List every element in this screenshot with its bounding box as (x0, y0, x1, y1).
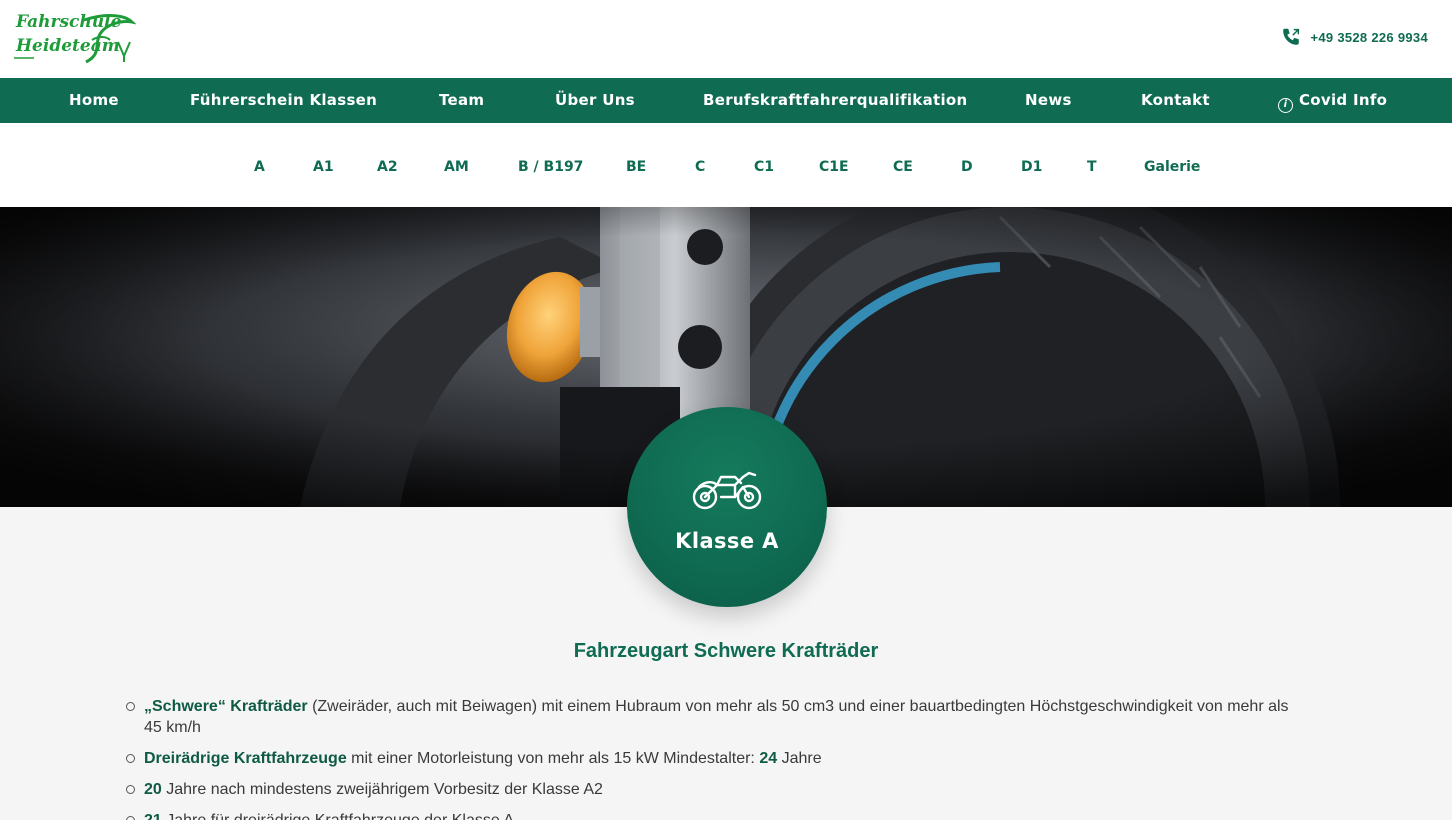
subnav-c1[interactable]: C1 (754, 123, 774, 207)
list-item-strong: Dreirädrige Kraftfahrzeuge (144, 750, 347, 767)
class-title: Klasse A (675, 529, 779, 553)
info-icon: i (1278, 98, 1293, 113)
motorcycle-icon (692, 471, 762, 510)
phone-icon (1283, 28, 1300, 45)
list-item-strong: 20 (144, 781, 162, 798)
list-item: 20 Jahre nach mindestens zweijährigem Vo… (126, 779, 1306, 800)
list-item-text: Jahre nach mindestens zweijährigem Vorbe… (161, 781, 603, 798)
nav-berufskraftfahrerqualifikation[interactable]: Berufskraftfahrerqualifikation (703, 78, 968, 123)
list-item: 21 Jahre für dreirädrige Kraftfahrzeuge … (126, 810, 1306, 820)
subnav-d1[interactable]: D1 (1021, 123, 1042, 207)
list-item-text: Jahre für dreirädrige Kraftfahrzeuge der… (162, 812, 514, 820)
subnav-a2[interactable]: A2 (377, 123, 398, 207)
nav-home[interactable]: Home (69, 78, 119, 123)
phone-number: +49 3528 226 9934 (1310, 29, 1428, 45)
main-nav: Home Führerschein Klassen Team Über Uns … (0, 78, 1452, 123)
list-item-strong: 21 (144, 812, 162, 820)
nav-fuehrerschein-klassen[interactable]: Führerschein Klassen (190, 78, 377, 123)
subnav-a[interactable]: A (254, 123, 265, 207)
nav-team[interactable]: Team (439, 78, 484, 123)
logo-text-line1: Fahrschule (16, 12, 122, 32)
subnav-d[interactable]: D (961, 123, 973, 207)
list-item-text-suffix: Jahre (777, 750, 822, 767)
phone-link[interactable]: +49 3528 226 9934 (1280, 26, 1428, 48)
subnav-b-b197[interactable]: B / B197 (518, 123, 583, 207)
nav-news[interactable]: News (1025, 78, 1072, 123)
nav-covid-info-label: Covid Info (1299, 91, 1388, 109)
subnav-be[interactable]: BE (626, 123, 646, 207)
logo-text-line2: Heideteam (16, 36, 120, 56)
nav-kontakt[interactable]: Kontakt (1141, 78, 1210, 123)
class-subnav: A A1 A2 AM B / B197 BE C C1 C1E CE D D1 … (0, 123, 1452, 207)
site-logo[interactable]: Fahrschule Heideteam (14, 10, 136, 64)
subnav-galerie[interactable]: Galerie (1144, 123, 1200, 207)
requirements-list: „Schwere“ Krafträder (Zweiräder, auch mi… (126, 696, 1306, 820)
subnav-am[interactable]: AM (444, 123, 469, 207)
header: Fahrschule Heideteam +49 3528 226 9934 (0, 0, 1452, 78)
list-item-strong: „Schwere“ Krafträder (144, 698, 308, 715)
nav-ueber-uns[interactable]: Über Uns (555, 78, 635, 123)
list-item: „Schwere“ Krafträder (Zweiräder, auch mi… (126, 696, 1306, 738)
list-item-strong-age: 24 (759, 750, 778, 767)
subnav-t[interactable]: T (1087, 123, 1097, 207)
subnav-ce[interactable]: CE (893, 123, 913, 207)
subnav-c1e[interactable]: C1E (819, 123, 849, 207)
section-heading: Fahrzeugart Schwere Krafträder (573, 640, 879, 662)
subnav-c[interactable]: C (695, 123, 705, 207)
class-badge: Klasse A (627, 407, 827, 607)
subnav-a1[interactable]: A1 (313, 123, 334, 207)
list-item: Dreirädrige Kraftfahrzeuge mit einer Mot… (126, 748, 1306, 769)
list-item-text: (Zweiräder, auch mit Beiwagen) mit einem… (144, 698, 1289, 736)
nav-covid-info[interactable]: i Covid Info (1278, 78, 1387, 123)
list-item-text: mit einer Motorleistung von mehr als 15 … (346, 750, 760, 767)
